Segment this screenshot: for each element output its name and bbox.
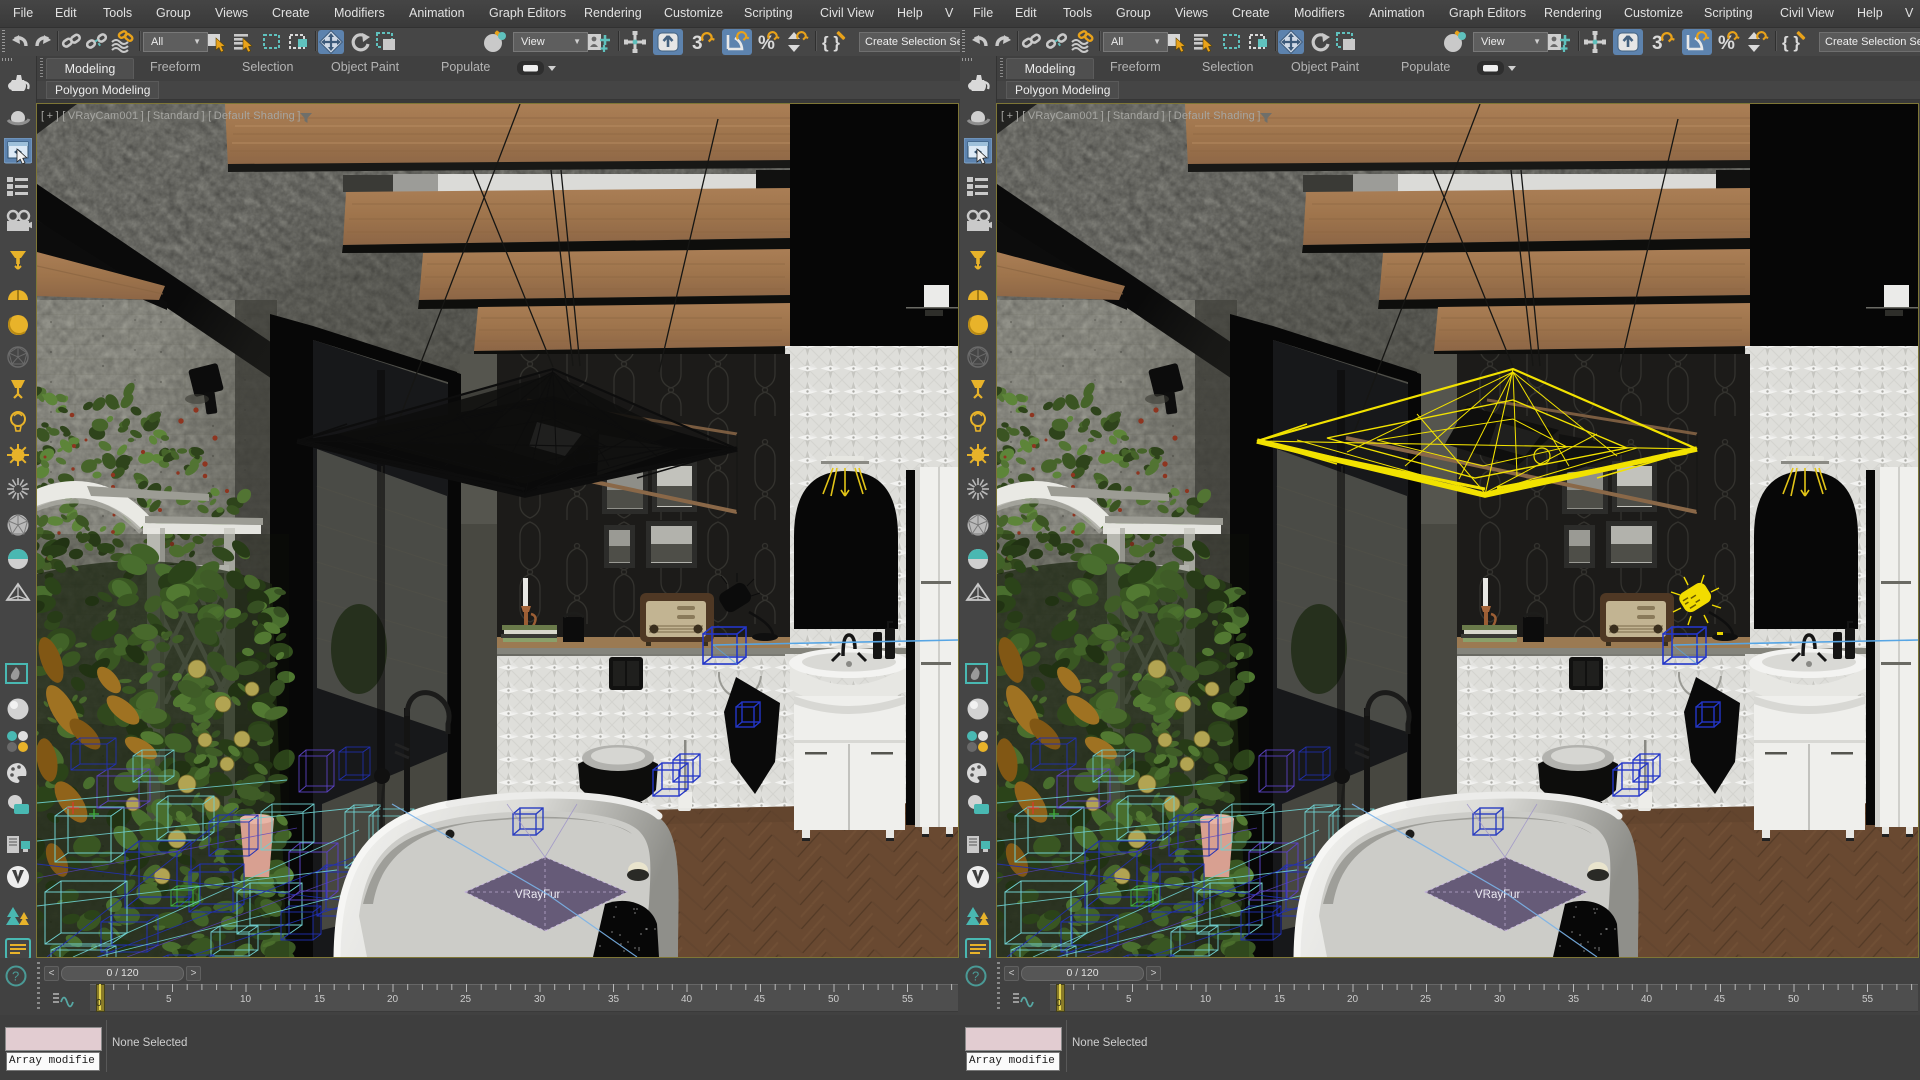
svg-text:3: 3 (1652, 33, 1663, 54)
svg-text:?: ? (12, 969, 19, 984)
svg-text:3: 3 (692, 33, 703, 54)
svg-text:?: ? (972, 969, 979, 984)
svg-text:%: % (758, 33, 775, 54)
svg-text:{ }: { } (1782, 33, 1800, 52)
svg-text:{ }: { } (822, 33, 840, 52)
svg-text:%: % (1718, 33, 1735, 54)
